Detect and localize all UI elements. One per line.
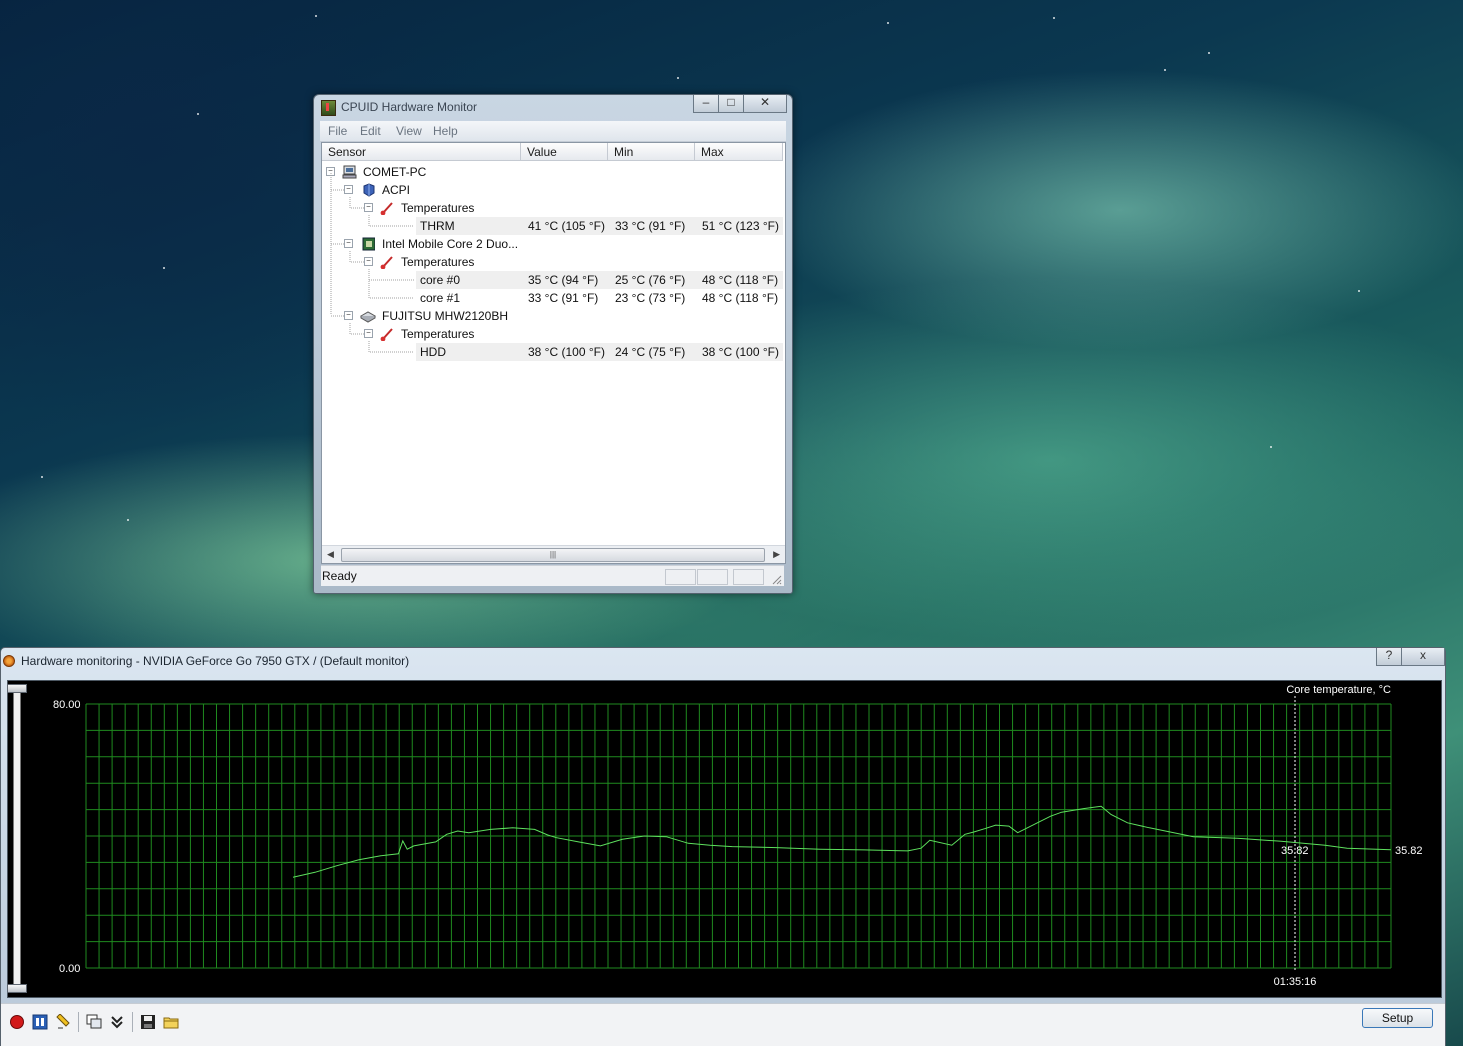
gear-icon xyxy=(3,655,15,667)
menu-help[interactable]: Help xyxy=(433,124,458,138)
close-button[interactable]: ✕ xyxy=(743,95,787,113)
title-bar[interactable]: CPUID Hardware Monitor – □ ✕ xyxy=(314,95,792,119)
star xyxy=(315,15,317,17)
sensor-max: 51 °C (123 °F) xyxy=(702,219,779,233)
sensor-tree-view[interactable]: Sensor Value Min Max − COMET-PC − ACPI − xyxy=(321,142,786,564)
monitor-toolbar: Setup xyxy=(1,1003,1445,1046)
y-tick-label: 80.00 xyxy=(53,699,81,711)
minimize-button[interactable]: – xyxy=(693,95,719,113)
tree-connector-lines xyxy=(330,173,414,353)
clear-history-icon[interactable] xyxy=(55,1013,71,1030)
star xyxy=(127,519,129,521)
star xyxy=(1164,69,1166,71)
horizontal-scrollbar[interactable]: ◀ ||| ▶ xyxy=(322,545,785,563)
status-panel xyxy=(697,569,728,585)
scroll-left-arrow-icon[interactable]: ◀ xyxy=(327,549,334,560)
sensor-max: 48 °C (118 °F) xyxy=(702,273,779,287)
cpuid-window: CPUID Hardware Monitor – □ ✕ File Edit V… xyxy=(313,94,793,594)
sensor-max: 38 °C (100 °F) xyxy=(702,345,779,359)
sensor-label: core #0 xyxy=(420,273,461,287)
sensor-min: 33 °C (91 °F) xyxy=(615,219,686,233)
menu-view[interactable]: View xyxy=(396,124,422,138)
sensor-label: core #1 xyxy=(420,291,461,305)
hardware-monitoring-window: Hardware monitoring - NVIDIA GeForce Go … xyxy=(0,647,1446,1046)
column-header-max[interactable]: Max xyxy=(695,143,783,161)
right-value-label: 35.82 xyxy=(1395,845,1423,857)
column-header-min[interactable]: Min xyxy=(608,143,695,161)
star xyxy=(41,476,43,478)
star xyxy=(197,113,199,115)
title-bar[interactable]: Hardware monitoring - NVIDIA GeForce Go … xyxy=(1,648,1445,674)
menu-file[interactable]: File xyxy=(328,124,347,138)
status-panel xyxy=(665,569,696,585)
chart-title: Core temperature, °C xyxy=(1286,684,1391,696)
maximize-button[interactable]: □ xyxy=(718,95,744,113)
scroll-thumb[interactable]: ||| xyxy=(341,548,765,562)
sensor-max: 48 °C (118 °F) xyxy=(702,291,779,305)
window-title: CPUID Hardware Monitor xyxy=(341,100,478,114)
collapse-all-icon[interactable] xyxy=(109,1014,125,1030)
core-temperature-chart: 80.00 0.00 Core temperature, °C 35.82 35.82 0… xyxy=(53,684,1423,988)
cpuid-app-icon xyxy=(321,100,336,116)
sensor-min: 23 °C (73 °F) xyxy=(615,291,686,305)
graph-scale-slider[interactable] xyxy=(13,686,21,990)
status-panel xyxy=(733,569,764,585)
sensor-label: HDD xyxy=(420,345,446,359)
star xyxy=(1208,52,1210,54)
star xyxy=(1270,446,1272,448)
pause-icon[interactable] xyxy=(32,1014,48,1030)
current-value-label: 35.82 xyxy=(1281,845,1309,857)
cursor-time-label: 01:35:16 xyxy=(1274,976,1317,988)
slider-top-handle[interactable] xyxy=(7,684,27,693)
column-header-sensor[interactable]: Sensor xyxy=(322,143,521,161)
temperature-line xyxy=(292,805,1392,878)
help-button[interactable]: ? xyxy=(1376,648,1402,666)
star xyxy=(677,77,679,79)
graph-panel[interactable]: 80.00 0.00 Core temperature, °C 35.82 35.82 0… xyxy=(7,680,1442,998)
sensor-value: 35 °C (94 °F) xyxy=(528,273,599,287)
sensor-min: 24 °C (75 °F) xyxy=(615,345,686,359)
menu-edit[interactable]: Edit xyxy=(360,124,381,138)
setup-button[interactable]: Setup xyxy=(1362,1008,1433,1028)
star xyxy=(163,267,165,269)
record-icon[interactable] xyxy=(9,1014,25,1030)
resize-grip-icon[interactable] xyxy=(770,573,782,585)
window-title: Hardware monitoring - NVIDIA GeForce Go … xyxy=(21,654,410,668)
toolbar-separator xyxy=(78,1012,79,1032)
y-tick-label: 0.00 xyxy=(59,963,80,975)
sensor-label: THRM xyxy=(420,219,455,233)
sensor-value: 41 °C (105 °F) xyxy=(528,219,605,233)
sensor-value: 33 °C (91 °F) xyxy=(528,291,599,305)
menu-bar: File Edit View Help xyxy=(320,121,786,142)
column-header-value[interactable]: Value xyxy=(521,143,608,161)
toolbar-separator xyxy=(132,1012,133,1032)
copy-window-icon[interactable] xyxy=(86,1014,102,1030)
open-folder-icon[interactable] xyxy=(163,1014,179,1030)
scroll-right-arrow-icon[interactable]: ▶ xyxy=(773,549,780,560)
status-bar: Ready xyxy=(321,565,784,586)
slider-bottom-handle[interactable] xyxy=(7,984,27,993)
sensor-value: 38 °C (100 °F) xyxy=(528,345,605,359)
star xyxy=(1358,290,1360,292)
save-icon[interactable] xyxy=(140,1014,156,1030)
close-button[interactable]: x xyxy=(1401,648,1445,666)
sensor-min: 25 °C (76 °F) xyxy=(615,273,686,287)
star xyxy=(887,22,889,24)
star xyxy=(1053,17,1055,19)
status-text: Ready xyxy=(322,569,357,583)
